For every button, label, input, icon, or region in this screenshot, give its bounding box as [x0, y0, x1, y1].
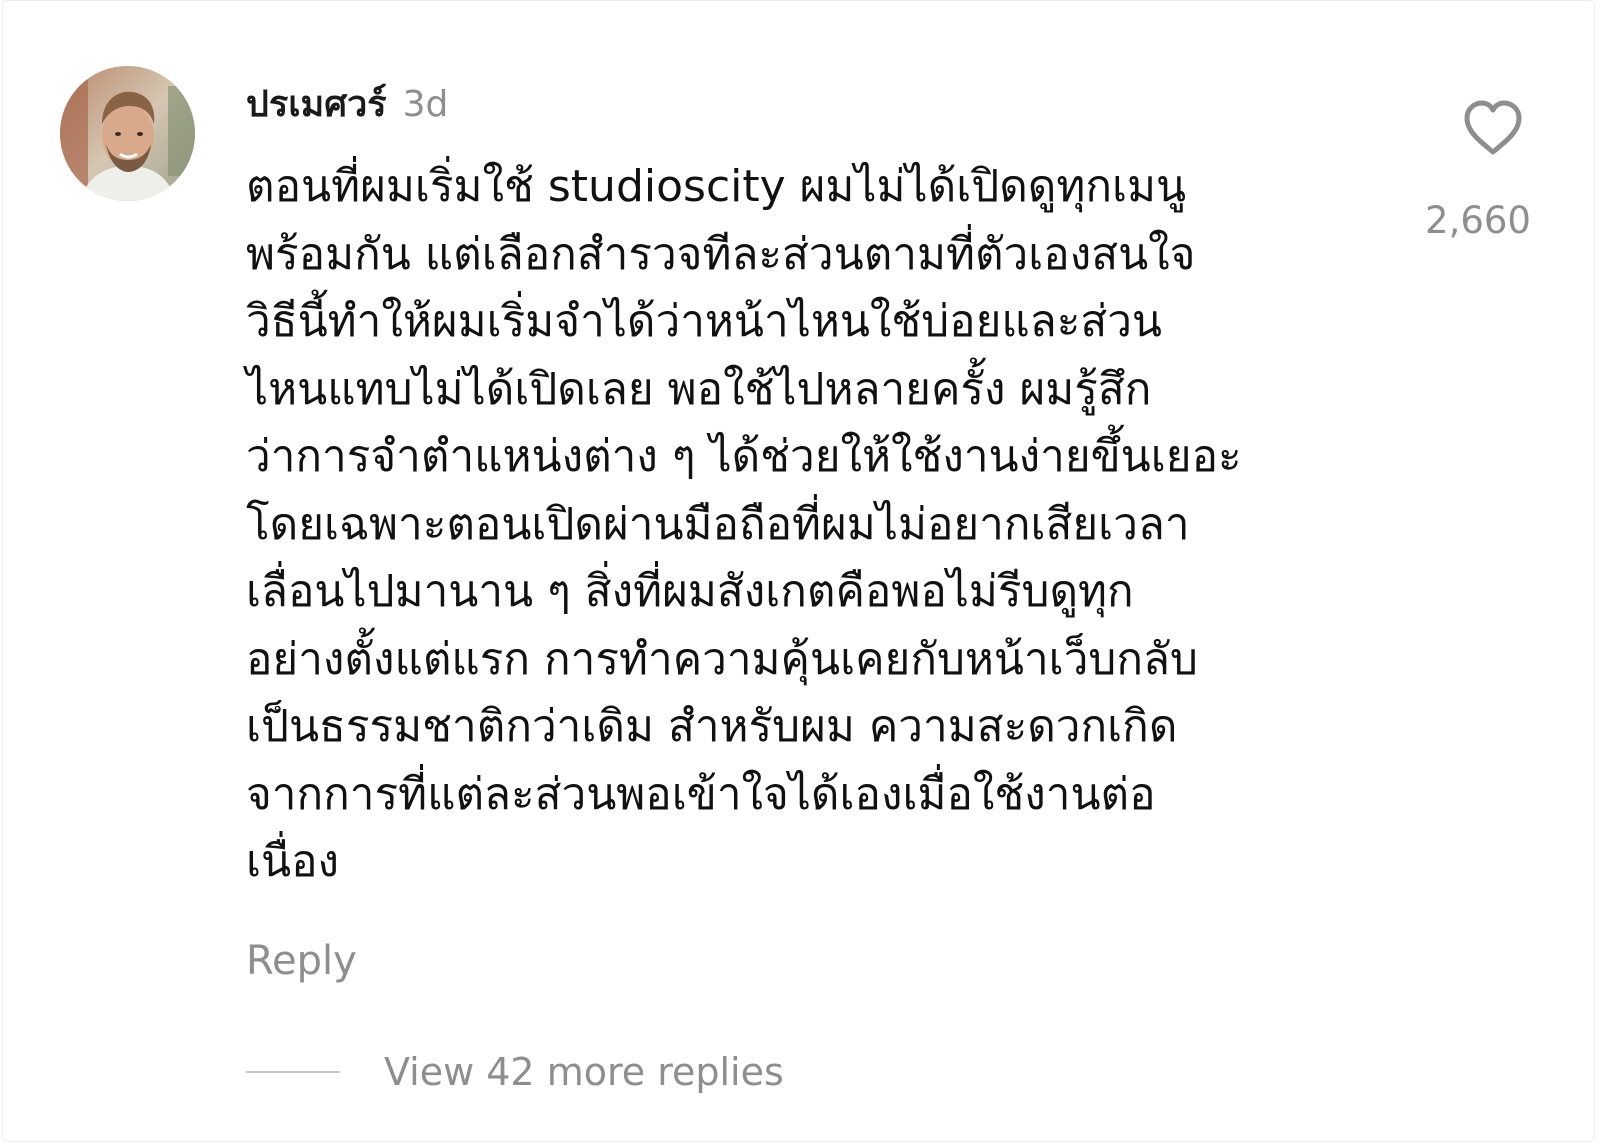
comment-card: ปรเมศวร์ 3d ตอนที่ผมเริ่มใช้ studioscity…: [2, 0, 1595, 1142]
timestamp: 3d: [402, 84, 449, 125]
view-more-replies-button[interactable]: View 42 more replies: [246, 1044, 784, 1100]
comment-line: วิธีนี้ทำให้ผมเริ่มจำได้ว่าหน้าไหนใช้บ่อ…: [246, 296, 1162, 347]
comment-header: ปรเมศวร์ 3d: [246, 75, 448, 131]
view-replies-label: View 42 more replies: [384, 1050, 784, 1094]
avatar[interactable]: [60, 66, 195, 201]
comment-body: ตอนที่ผมเริ่มใช้ studioscity ผมไม่ได้เปิ…: [246, 153, 1366, 896]
comment-line: ว่าการจำตำแหน่งต่าง ๆ ได้ช่วยให้ใช้งานง่…: [246, 431, 1242, 482]
comment-line: อย่างตั้งแต่แรก การทำความคุ้นเคยกับหน้าเ…: [246, 633, 1198, 685]
comment-line: ไหนแทบไม่ได้เปิดเลย พอใช้ไปหลายครั้ง ผมร…: [246, 363, 1152, 415]
comment-line: พร้อมกัน แต่เลือกสำรวจทีละส่วนตามที่ตัวเ…: [246, 228, 1196, 280]
like-button[interactable]: [1461, 98, 1525, 158]
comment-line: เป็นธรรมชาติกว่าเดิม สำหรับผม ความสะดวกเ…: [246, 701, 1178, 752]
heart-outline-icon: [1464, 100, 1522, 155]
username[interactable]: ปรเมศวร์: [246, 75, 387, 132]
divider-line: [246, 1071, 340, 1073]
comment-line: เนื่อง: [246, 836, 340, 887]
comment-line: เลื่อนไปมานาน ๆ สิ่งที่ผมสังเกตคือพอไม่ร…: [246, 566, 1134, 617]
like-count: 2,660: [1425, 199, 1531, 242]
comment-line: โดยเฉพาะตอนเปิดผ่านมือถือที่ผมไม่อยากเสี…: [246, 498, 1190, 550]
comment-line: ตอนที่ผมเริ่มใช้ studioscity ผมไม่ได้เปิ…: [246, 161, 1187, 212]
reply-button[interactable]: Reply: [246, 938, 357, 984]
comment-line: จากการที่แต่ละส่วนพอเข้าใจได้เองเมื่อใช้…: [246, 768, 1156, 820]
avatar-photo: [60, 66, 195, 201]
